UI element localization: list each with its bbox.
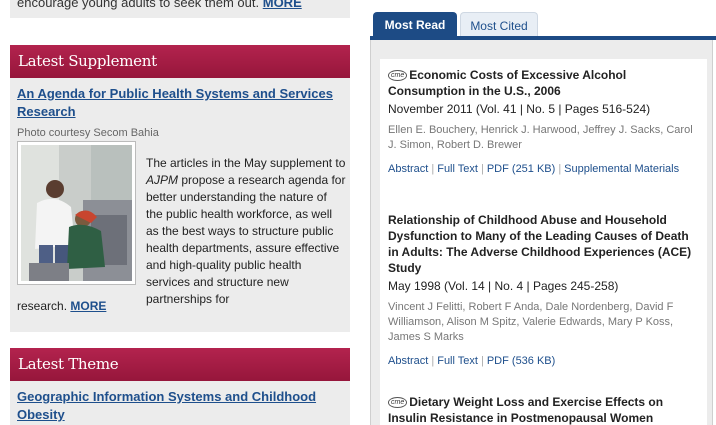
supplement-title-link[interactable]: An Agenda for Public Health Systems and … xyxy=(17,85,343,121)
supplemental-materials-link[interactable]: Supplemental Materials xyxy=(564,163,679,175)
supplement-tail-text: research. xyxy=(17,299,68,313)
article-authors: Ellen E. Bouchery, Henrick J. Harwood, J… xyxy=(388,124,693,151)
supplement-description: The articles in the May supplement to AJ… xyxy=(146,155,346,308)
pdf-link[interactable]: PDF (536 KB) xyxy=(487,355,555,367)
article-title-text[interactable]: Relationship of Childhood Abuse and Hous… xyxy=(388,213,691,275)
article-links: Abstract | Full Text | PDF (536 KB) xyxy=(388,354,699,368)
link-separator: | xyxy=(558,163,562,175)
supplement-body-post: propose a research agenda for better und… xyxy=(146,173,346,306)
cme-badge-icon: cme xyxy=(388,70,408,81)
tab-most-read[interactable]: Most Read xyxy=(373,12,457,38)
full-text-link[interactable]: Full Text xyxy=(437,163,478,175)
previous-item-panel: encourage young adults to seek them out.… xyxy=(10,0,350,18)
article-citation: November 2011 (Vol. 41 | No. 5 | Pages 5… xyxy=(388,102,651,116)
article-title-text[interactable]: Dietary Weight Loss and Exercise Effects… xyxy=(388,395,663,425)
supplement-body-pre: The articles in the May supplement to xyxy=(146,156,346,170)
article-title[interactable]: cme Dietary Weight Loss and Exercise Effe… xyxy=(388,394,699,425)
abstract-link[interactable]: Abstract xyxy=(388,355,428,367)
more-link[interactable]: MORE xyxy=(263,0,302,10)
latest-supplement-header: Latest Supplement xyxy=(10,45,350,78)
latest-theme-panel: Geographic Information Systems and Child… xyxy=(10,381,350,425)
link-separator: | xyxy=(431,163,435,175)
full-text-link[interactable]: Full Text xyxy=(437,355,478,367)
article-card: cme Economic Costs of Excessive Alcohol C… xyxy=(380,59,707,221)
supplement-more-link[interactable]: MORE xyxy=(70,299,106,313)
link-separator: | xyxy=(480,163,484,175)
article-links: Abstract | Full Text | PDF (251 KB) | Suppleme… xyxy=(388,162,699,176)
article-title[interactable]: Relationship of Childhood Abuse and Hous… xyxy=(388,212,699,276)
article-card: cme Dietary Weight Loss and Exercise Effe… xyxy=(380,386,707,425)
journal-name: AJPM xyxy=(146,173,179,187)
left-column: encourage young adults to seek them out.… xyxy=(10,0,350,425)
article-citation: May 1998 (Vol. 14 | No. 4 | Pages 245-25… xyxy=(388,279,619,293)
photo-credit: Photo courtesy Secom Bahia xyxy=(17,127,159,139)
supplement-description-tail: research. MORE xyxy=(17,298,106,315)
photo-illustration xyxy=(21,145,132,281)
supplement-photo-image xyxy=(21,145,132,281)
article-card: Relationship of Childhood Abuse and Hous… xyxy=(380,204,707,394)
latest-supplement-panel: An Agenda for Public Health Systems and … xyxy=(10,78,350,332)
right-column: Most Read Most Cited cme Economic Costs o… xyxy=(370,0,716,425)
pdf-link[interactable]: PDF (251 KB) xyxy=(487,163,555,175)
tab-most-cited[interactable]: Most Cited xyxy=(460,12,538,38)
link-separator: | xyxy=(431,355,435,367)
cme-badge-icon: cme xyxy=(388,397,408,408)
article-authors: Vincent J Felitti, Robert F Anda, Dale N… xyxy=(388,301,674,343)
link-separator: | xyxy=(480,355,484,367)
previous-item-snippet: encourage young adults to seek them out. xyxy=(17,0,260,10)
article-title-text[interactable]: Economic Costs of Excessive Alcohol Cons… xyxy=(388,68,626,98)
article-list: cme Economic Costs of Excessive Alcohol C… xyxy=(370,40,713,425)
theme-title-link[interactable]: Geographic Information Systems and Child… xyxy=(17,388,343,424)
article-title[interactable]: cme Economic Costs of Excessive Alcohol C… xyxy=(388,67,699,99)
abstract-link[interactable]: Abstract xyxy=(388,163,428,175)
latest-theme-header: Latest Theme xyxy=(10,348,350,381)
supplement-photo[interactable] xyxy=(17,141,136,285)
previous-item-text: encourage young adults to seek them out.… xyxy=(17,0,350,10)
